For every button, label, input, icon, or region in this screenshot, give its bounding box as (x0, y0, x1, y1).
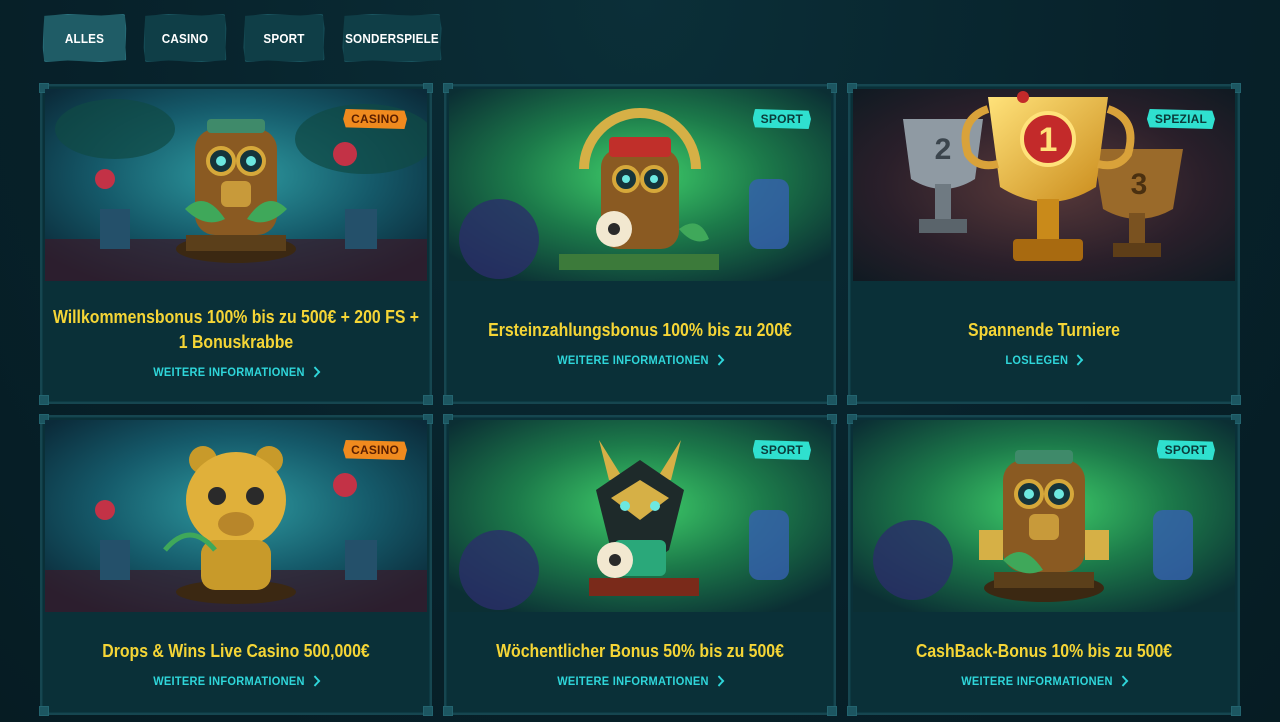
start-label: LOSLEGEN (1005, 352, 1069, 367)
promo-image-monkey-idol: CASINO (45, 89, 427, 281)
category-badge: SPORT (752, 109, 811, 129)
chevron-right-icon (713, 674, 725, 687)
promo-card-body: Wöchentlicher Bonus 50% bis zu 500€ WEIT… (446, 613, 834, 713)
category-badge: CASINO (343, 109, 407, 129)
promo-card-welcome[interactable]: CASINO Willkommensbonus 100% bis zu 500€… (39, 83, 433, 405)
promo-card-body: Ersteinzahlungsbonus 100% bis zu 200€ WE… (446, 282, 834, 402)
promo-title: Spannende Turniere (968, 319, 1120, 340)
promo-title: CashBack-Bonus 10% bis zu 500€ (915, 640, 1173, 661)
promo-card-tournaments[interactable]: 2 3 1 SPEZIAL Spannende Turniere LOSLEGE… (847, 83, 1241, 405)
category-badge: SPORT (1156, 440, 1215, 460)
promo-image-trophies: 2 3 1 SPEZIAL (853, 89, 1235, 281)
promo-card-body: CashBack-Bonus 10% bis zu 500€ WEITERE I… (850, 613, 1238, 713)
chevron-right-icon (1117, 674, 1129, 687)
start-link[interactable]: LOSLEGEN (1005, 352, 1084, 367)
promo-card-cashback[interactable]: SPORT CashBack-Bonus 10% bis zu 500€ WEI… (847, 414, 1241, 716)
more-info-label: WEITERE INFORMATIONEN (153, 365, 305, 379)
tab-casino[interactable]: CASINO (143, 14, 227, 62)
more-info-link[interactable]: WEITERE INFORMATIONEN (961, 673, 1129, 688)
more-info-link[interactable]: WEITERE INFORMATIONEN (557, 673, 725, 688)
trophy-number-3: 3 (1131, 168, 1148, 201)
chevron-right-icon (309, 674, 321, 687)
category-badge: CASINO (343, 440, 407, 460)
promo-card-body: Spannende Turniere LOSLEGEN (850, 282, 1238, 402)
promo-title: Ersteinzahlungsbonus 100% bis zu 200€ (488, 319, 792, 340)
promo-card-weekly-bonus[interactable]: SPORT Wöchentlicher Bonus 50% bis zu 500… (443, 414, 837, 716)
filter-tabs: ALLES CASINO SPORT SONDERSPIELE (38, 14, 447, 62)
promo-card-first-deposit[interactable]: SPORT Ersteinzahlungsbonus 100% bis zu 2… (443, 83, 837, 405)
more-info-label: WEITERE INFORMATIONEN (557, 352, 709, 367)
promo-title: Wöchentlicher Bonus 50% bis zu 500€ (496, 640, 784, 661)
promo-title: Drops & Wins Live Casino 500,000€ (102, 640, 370, 661)
more-info-link[interactable]: WEITERE INFORMATIONEN (153, 365, 321, 379)
category-badge: SPORT (752, 440, 811, 460)
tab-alles[interactable]: ALLES (42, 14, 127, 62)
more-info-link[interactable]: WEITERE INFORMATIONEN (153, 673, 321, 688)
trophy-number-2: 2 (935, 133, 952, 166)
promo-image-jackal-idol: SPORT (449, 420, 831, 612)
promo-title: Willkommensbonus 100% bis zu 500€ + 200 … (52, 307, 420, 352)
trophy-number-1: 1 (1039, 121, 1058, 159)
promo-card-body: Drops & Wins Live Casino 500,000€ WEITER… (42, 613, 430, 713)
promo-card-body: Willkommensbonus 100% bis zu 500€ + 200 … (42, 282, 430, 402)
tab-sonderspiele[interactable]: SONDERSPIELE (342, 14, 442, 62)
chevron-right-icon (309, 366, 321, 378)
more-info-link[interactable]: WEITERE INFORMATIONEN (557, 352, 725, 367)
promo-image-bear-idol: CASINO (45, 420, 427, 612)
more-info-label: WEITERE INFORMATIONEN (557, 673, 709, 688)
chevron-right-icon (713, 353, 725, 366)
more-info-label: WEITERE INFORMATIONEN (153, 673, 305, 688)
promo-image-monkey-idol-sport: SPORT (853, 420, 1235, 612)
category-badge: SPEZIAL (1146, 109, 1215, 129)
tab-sport[interactable]: SPORT (243, 14, 325, 62)
promotions-page: ALLES CASINO SPORT SONDERSPIELE CASINO W… (0, 0, 1280, 722)
more-info-label: WEITERE INFORMATIONEN (961, 673, 1113, 688)
chevron-right-icon (1073, 353, 1084, 366)
promo-card-drops-wins[interactable]: CASINO Drops & Wins Live Casino 500,000€… (39, 414, 433, 716)
promo-image-soccer-idol: SPORT (449, 89, 831, 281)
